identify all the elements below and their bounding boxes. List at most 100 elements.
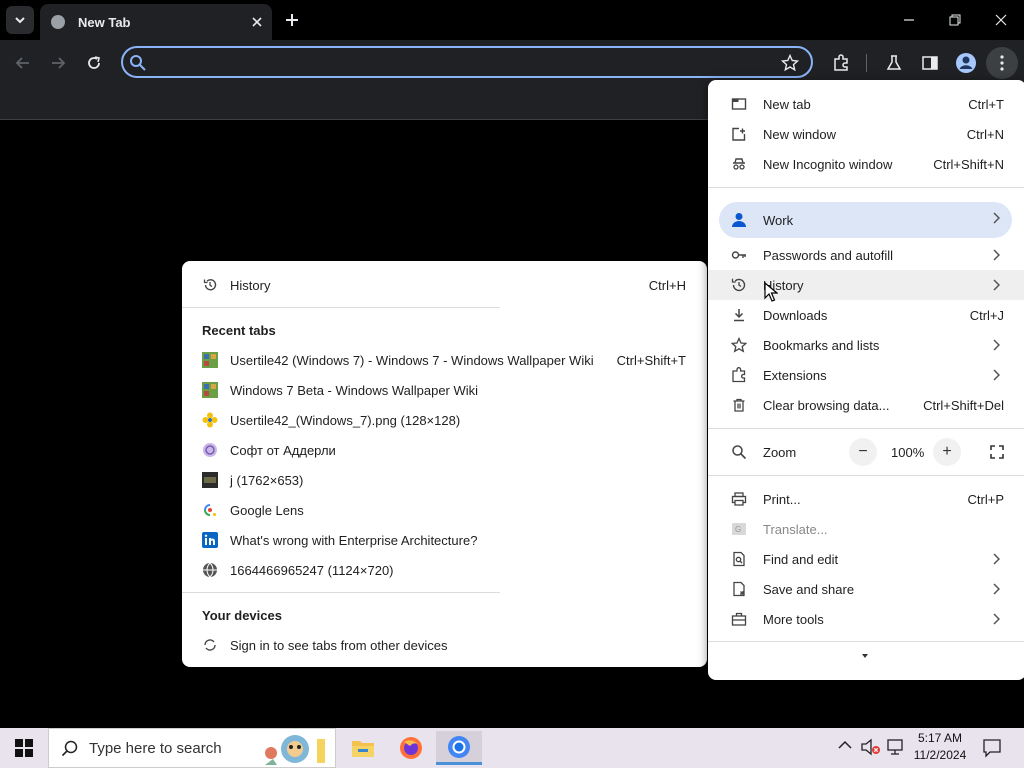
menu-item-label: Save and share — [763, 581, 855, 597]
chevron-up-icon[interactable] — [838, 740, 852, 750]
recent-tab-item[interactable]: 1664466965247 (1124×720) — [182, 555, 707, 585]
your-devices-heading: Your devices — [202, 608, 282, 623]
menu-item-clear-data[interactable]: Clear browsing data... Ctrl+Shift+Del — [708, 390, 1024, 420]
menu-button[interactable] — [986, 47, 1018, 79]
divider — [708, 428, 1024, 429]
menu-item-print[interactable]: Print... Ctrl+P — [708, 484, 1024, 514]
new-window-icon — [730, 125, 748, 143]
divider — [182, 307, 500, 308]
find-icon — [730, 550, 748, 568]
bookmark-star-icon[interactable] — [781, 54, 799, 72]
menu-item-new-tab[interactable]: New tab Ctrl+T — [708, 89, 1024, 119]
side-panel-icon[interactable] — [915, 48, 945, 78]
sync-icon — [202, 637, 218, 653]
chevron-right-icon — [992, 583, 1000, 595]
person-icon — [730, 211, 748, 229]
back-button[interactable] — [8, 48, 38, 78]
forward-button[interactable] — [43, 48, 73, 78]
menu-item-downloads[interactable]: Downloads Ctrl+J — [708, 300, 1024, 330]
taskbar-search[interactable]: Type here to search — [48, 728, 336, 768]
tab-search-button[interactable] — [6, 6, 34, 34]
profile-work-item[interactable]: Work — [719, 202, 1012, 238]
menu-item-label: Passwords and autofill — [763, 247, 894, 263]
chevron-right-icon — [992, 613, 1000, 625]
firefox-icon[interactable] — [388, 731, 434, 765]
menu-item-zoom: Zoom − 100% + — [708, 437, 1024, 467]
recent-tab-item[interactable]: Google Lens — [182, 495, 707, 525]
chrome-taskbar-icon[interactable] — [436, 731, 482, 765]
recent-tabs-heading: Recent tabs — [202, 323, 276, 338]
clock-time: 5:17 AM — [917, 731, 963, 745]
divider — [708, 187, 1024, 188]
chrome-main-menu: New tab Ctrl+T New window Ctrl+N New Inc… — [708, 80, 1024, 680]
omnibox-input[interactable] — [153, 52, 773, 72]
menu-item-new-window[interactable]: New window Ctrl+N — [708, 119, 1024, 149]
globe-favicon — [202, 562, 218, 578]
clock-date: 11/2/2024 — [913, 748, 967, 762]
extensions-button[interactable] — [826, 48, 856, 78]
menu-item-label: Extensions — [763, 367, 827, 383]
new-tab-button[interactable] — [278, 6, 306, 34]
close-window-button[interactable] — [978, 0, 1024, 40]
menu-item-label: Find and edit — [763, 551, 839, 567]
download-icon — [730, 306, 748, 324]
menu-item-history[interactable]: History — [708, 270, 1024, 300]
minimize-button[interactable] — [886, 0, 932, 40]
recent-tab-item[interactable]: Софт от Аддерли — [182, 435, 707, 465]
menu-item-label: Translate... — [763, 521, 828, 537]
recent-tab-item[interactable]: Usertile42_(Windows_7).png (128×128) — [182, 405, 707, 435]
fullscreen-button[interactable] — [983, 438, 1011, 466]
chevron-right-icon — [992, 369, 1000, 381]
svg-text:G: G — [735, 525, 741, 534]
history-submenu: History Ctrl+H Recent tabs Usertile42 (W… — [182, 261, 707, 667]
menu-item-extensions[interactable]: Extensions — [708, 360, 1024, 390]
menu-item-incognito[interactable]: New Incognito window Ctrl+Shift+N — [708, 149, 1024, 179]
flower-favicon — [202, 412, 218, 428]
labs-icon[interactable] — [879, 48, 909, 78]
key-icon — [730, 246, 748, 264]
restore-button[interactable] — [932, 0, 978, 40]
tab-title: New Tab — [78, 14, 131, 30]
globe-icon — [50, 14, 66, 30]
chevron-right-icon — [992, 212, 1000, 224]
recent-tab-item[interactable]: j (1762×653) — [182, 465, 707, 495]
close-icon[interactable] — [252, 17, 262, 27]
recent-tab-item[interactable]: Usertile42 (Windows 7) - Windows 7 - Win… — [182, 345, 707, 375]
start-button[interactable] — [0, 728, 48, 768]
sign-in-devices-item[interactable]: Sign in to see tabs from other devices — [182, 630, 707, 660]
zoom-in-button[interactable]: + — [933, 438, 961, 466]
windows-icon — [15, 739, 33, 757]
menu-item-save-share[interactable]: Save and share — [708, 574, 1024, 604]
mouse-cursor-icon — [764, 282, 778, 302]
tab-new-tab[interactable]: New Tab — [40, 4, 272, 40]
notifications-icon[interactable] — [982, 738, 1002, 758]
menu-item-shortcut: Ctrl+J — [969, 307, 1004, 323]
zoom-level: 100% — [891, 445, 925, 460]
search-icon — [129, 54, 147, 72]
search-highlight-illustration — [259, 731, 335, 767]
menu-item-shortcut: Ctrl+Shift+N — [933, 156, 1004, 172]
recent-tab-item[interactable]: Windows 7 Beta - Windows Wallpaper Wiki — [182, 375, 707, 405]
profile-avatar[interactable] — [951, 48, 981, 78]
menu-item-find-edit[interactable]: Find and edit — [708, 544, 1024, 574]
menu-item-bookmarks[interactable]: Bookmarks and lists — [708, 330, 1024, 360]
menu-item-passwords[interactable]: Passwords and autofill — [708, 240, 1024, 270]
volume-muted-icon[interactable] — [861, 738, 881, 756]
wiki-favicon — [202, 382, 218, 398]
divider — [708, 475, 1024, 476]
system-clock[interactable]: 5:17 AM 11/2/2024 — [904, 730, 976, 766]
file-explorer-icon[interactable] — [340, 731, 386, 765]
recent-tab-title: Google Lens — [230, 502, 304, 518]
network-icon[interactable] — [886, 738, 904, 756]
history-item[interactable]: History Ctrl+H — [182, 270, 707, 300]
lens-favicon — [202, 502, 218, 518]
linkedin-favicon — [202, 532, 218, 548]
menu-item-label: Zoom — [763, 444, 797, 460]
zoom-out-button[interactable]: − — [849, 438, 877, 466]
recent-tab-item[interactable]: What's wrong with Enterprise Architectur… — [182, 525, 707, 555]
scroll-down-icon[interactable] — [861, 653, 869, 659]
menu-item-translate[interactable]: G Translate... — [708, 514, 1024, 544]
reload-button[interactable] — [79, 48, 109, 78]
menu-item-more-tools[interactable]: More tools — [708, 604, 1024, 634]
omnibox[interactable] — [121, 46, 813, 78]
